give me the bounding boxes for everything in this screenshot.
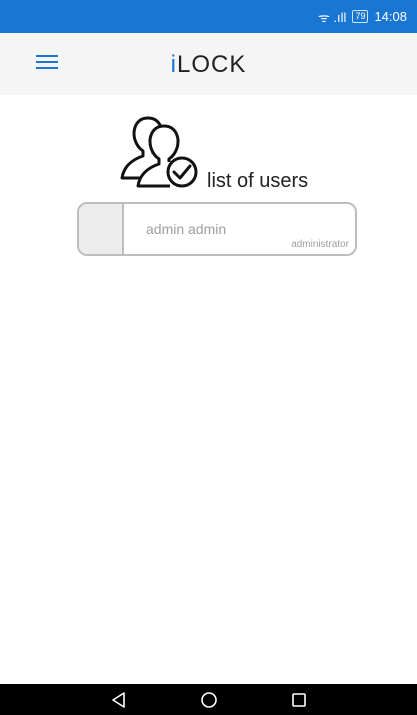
recents-square-icon[interactable] [254,684,344,715]
navigation-bar [0,684,417,715]
status-time: 14:08 [374,9,407,24]
users-header: list of users [110,110,350,192]
users-check-icon [120,116,198,188]
users-heading: list of users [207,170,309,192]
user-list-item[interactable]: admin admin administrator [77,202,357,256]
user-name: admin admin [146,221,227,237]
home-circle-icon[interactable] [164,684,254,715]
app-title: iLOCK [0,51,417,79]
user-role: administrator [291,239,349,250]
signal-icons: ᯤ .ıll [317,9,347,25]
user-avatar [79,204,124,254]
app-title-rest: LOCK [176,51,247,78]
battery-icon: 79 [352,10,369,23]
app-bar: iLOCK [0,33,417,95]
back-triangle-icon[interactable] [74,684,164,715]
status-bar: ᯤ .ıll 79 14:08 [0,0,417,33]
